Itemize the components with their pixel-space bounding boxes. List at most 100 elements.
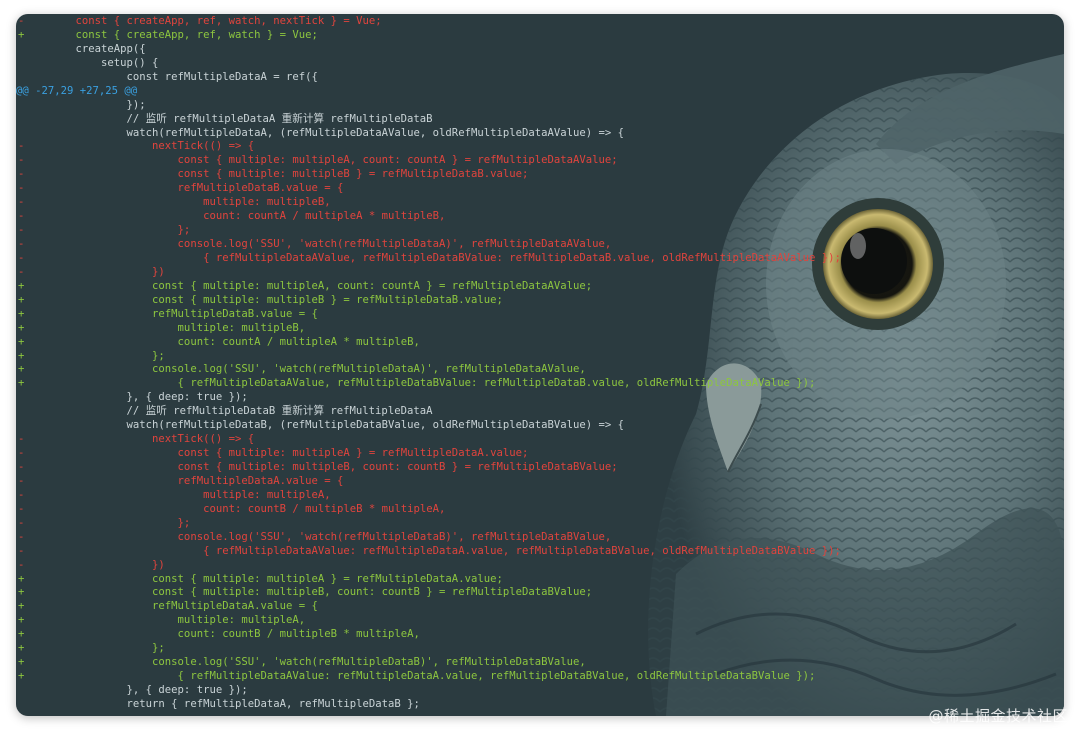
diff-text: setup() { bbox=[50, 56, 159, 69]
diff-text: count: countB / multipleB * multipleA, bbox=[50, 628, 420, 641]
diff-marker: - bbox=[18, 251, 25, 264]
diff-text: count: countA / multipleA * multipleB, bbox=[50, 335, 420, 348]
diff-text: refMultipleDataA.value = { bbox=[50, 600, 318, 613]
diff-text: const { createApp, ref, watch, nextTick … bbox=[50, 15, 382, 27]
diff-line: + }; bbox=[16, 642, 1064, 656]
diff-line: watch(refMultipleDataA, (refMultipleData… bbox=[16, 127, 1064, 141]
diff-line: // 监听 refMultipleDataB 重新计算 refMultipleD… bbox=[16, 405, 1064, 419]
diff-line: + { refMultipleDataAValue, refMultipleDa… bbox=[16, 377, 1064, 391]
diff-text: }, { deep: true }); bbox=[50, 684, 248, 696]
diff-line: + count: countB / multipleB * multipleA, bbox=[16, 628, 1064, 642]
code-diff: - const { createApp, ref, watch, nextTic… bbox=[16, 15, 1064, 712]
diff-line: }, { deep: true }); bbox=[16, 684, 1064, 698]
diff-marker: + bbox=[18, 600, 25, 613]
diff-line: - count: countB / multipleB * multipleA, bbox=[16, 503, 1064, 517]
diff-text: // 监听 refMultipleDataB 重新计算 refMultipleD… bbox=[50, 405, 433, 418]
diff-line: - refMultipleDataB.value = { bbox=[16, 182, 1064, 196]
diff-line: - const { createApp, ref, watch, nextTic… bbox=[16, 15, 1064, 29]
diff-marker: + bbox=[18, 307, 25, 320]
diff-text: refMultipleDataB.value = { bbox=[50, 307, 318, 320]
diff-marker: - bbox=[18, 433, 25, 446]
diff-line: + count: countA / multipleA * multipleB, bbox=[16, 336, 1064, 350]
diff-line: watch(refMultipleDataB, (refMultipleData… bbox=[16, 419, 1064, 433]
diff-text: }); bbox=[50, 98, 146, 111]
diff-text: watch(refMultipleDataA, (refMultipleData… bbox=[50, 126, 625, 139]
diff-line: + const { multiple: multipleB, count: co… bbox=[16, 586, 1064, 600]
diff-text: multiple: multipleB, bbox=[50, 196, 331, 209]
diff-marker: + bbox=[18, 586, 25, 599]
diff-text: nextTick(() => { bbox=[50, 140, 255, 153]
diff-marker: - bbox=[18, 544, 25, 557]
diff-marker: + bbox=[18, 614, 25, 627]
diff-text: refMultipleDataA.value = { bbox=[50, 474, 344, 487]
diff-text: count: countA / multipleA * multipleB, bbox=[50, 210, 446, 223]
diff-marker: - bbox=[18, 474, 25, 487]
watermark-text: @稀土掘金技术社区 bbox=[928, 707, 1068, 725]
diff-marker: - bbox=[18, 154, 25, 167]
diff-line: createApp({ bbox=[16, 43, 1064, 57]
diff-line: setup() { bbox=[16, 57, 1064, 71]
diff-marker: + bbox=[18, 572, 25, 585]
diff-marker: + bbox=[18, 628, 25, 641]
diff-marker: - bbox=[18, 265, 25, 278]
diff-line: - console.log('SSU', 'watch(refMultipleD… bbox=[16, 238, 1064, 252]
diff-line: - }) bbox=[16, 559, 1064, 573]
diff-marker: + bbox=[18, 349, 25, 362]
diff-text: nextTick(() => { bbox=[50, 433, 255, 446]
diff-line: + { refMultipleDataAValue: refMultipleDa… bbox=[16, 670, 1064, 684]
diff-text: }; bbox=[50, 224, 191, 237]
diff-text: console.log('SSU', 'watch(refMultipleDat… bbox=[50, 656, 586, 669]
diff-line: - const { multiple: multipleB } = refMul… bbox=[16, 168, 1064, 182]
diff-marker: + bbox=[18, 293, 25, 306]
diff-text: const { createApp, ref, watch } = Vue; bbox=[50, 28, 318, 41]
diff-line: }); bbox=[16, 99, 1064, 113]
diff-text: { refMultipleDataAValue: refMultipleData… bbox=[50, 670, 816, 683]
diff-marker: - bbox=[18, 238, 25, 250]
diff-text: }) bbox=[50, 265, 165, 278]
diff-marker: + bbox=[18, 335, 25, 348]
diff-line: + console.log('SSU', 'watch(refMultipleD… bbox=[16, 363, 1064, 377]
diff-text: console.log('SSU', 'watch(refMultipleDat… bbox=[50, 530, 612, 543]
diff-line: + multiple: multipleB, bbox=[16, 322, 1064, 336]
diff-text: { refMultipleDataAValue: refMultipleData… bbox=[50, 544, 841, 557]
diff-line: - multiple: multipleB, bbox=[16, 196, 1064, 210]
diff-text: @@ -27,29 +27,25 @@ bbox=[16, 84, 138, 97]
diff-text: const { multiple: multipleA } = refMulti… bbox=[50, 572, 503, 585]
diff-text: }; bbox=[50, 516, 191, 529]
diff-text: console.log('SSU', 'watch(refMultipleDat… bbox=[50, 363, 586, 376]
diff-text: const { multiple: multipleA } = refMulti… bbox=[50, 447, 529, 460]
diff-line: + console.log('SSU', 'watch(refMultipleD… bbox=[16, 656, 1064, 670]
diff-text: count: countB / multipleB * multipleA, bbox=[50, 502, 446, 515]
diff-line: + const { multiple: multipleA, count: co… bbox=[16, 280, 1064, 294]
diff-line: @@ -27,29 +27,25 @@ bbox=[16, 85, 1064, 99]
diff-marker: - bbox=[18, 516, 25, 529]
diff-text: const { multiple: multipleB, count: coun… bbox=[50, 586, 593, 599]
diff-text: const { multiple: multipleA, count: coun… bbox=[50, 154, 618, 167]
diff-text: createApp({ bbox=[50, 42, 146, 55]
diff-text: const { multiple: multipleB } = refMulti… bbox=[50, 293, 503, 306]
diff-marker: + bbox=[18, 321, 25, 334]
diff-text: multiple: multipleA, bbox=[50, 488, 331, 501]
diff-line: - nextTick(() => { bbox=[16, 433, 1064, 447]
diff-line: - const { multiple: multipleB, count: co… bbox=[16, 461, 1064, 475]
diff-line: + const { multiple: multipleB } = refMul… bbox=[16, 294, 1064, 308]
diff-marker: + bbox=[18, 279, 25, 292]
diff-marker: - bbox=[18, 447, 25, 460]
diff-line: + const { multiple: multipleA } = refMul… bbox=[16, 573, 1064, 587]
diff-marker: + bbox=[18, 642, 25, 655]
diff-text: watch(refMultipleDataB, (refMultipleData… bbox=[50, 419, 625, 432]
diff-text: return { refMultipleDataA, refMultipleDa… bbox=[50, 697, 420, 710]
diff-line: return { refMultipleDataA, refMultipleDa… bbox=[16, 698, 1064, 712]
diff-line: - }) bbox=[16, 266, 1064, 280]
diff-marker: - bbox=[18, 182, 25, 195]
diff-line: + }; bbox=[16, 350, 1064, 364]
diff-marker: + bbox=[18, 28, 25, 41]
diff-marker: + bbox=[18, 670, 25, 683]
diff-text: }; bbox=[50, 349, 165, 362]
diff-text: console.log('SSU', 'watch(refMultipleDat… bbox=[50, 238, 612, 250]
diff-line: - const { multiple: multipleA, count: co… bbox=[16, 154, 1064, 168]
diff-line: + multiple: multipleA, bbox=[16, 614, 1064, 628]
diff-text: multiple: multipleA, bbox=[50, 614, 306, 627]
diff-line: - nextTick(() => { bbox=[16, 140, 1064, 154]
diff-text: }) bbox=[50, 558, 165, 571]
